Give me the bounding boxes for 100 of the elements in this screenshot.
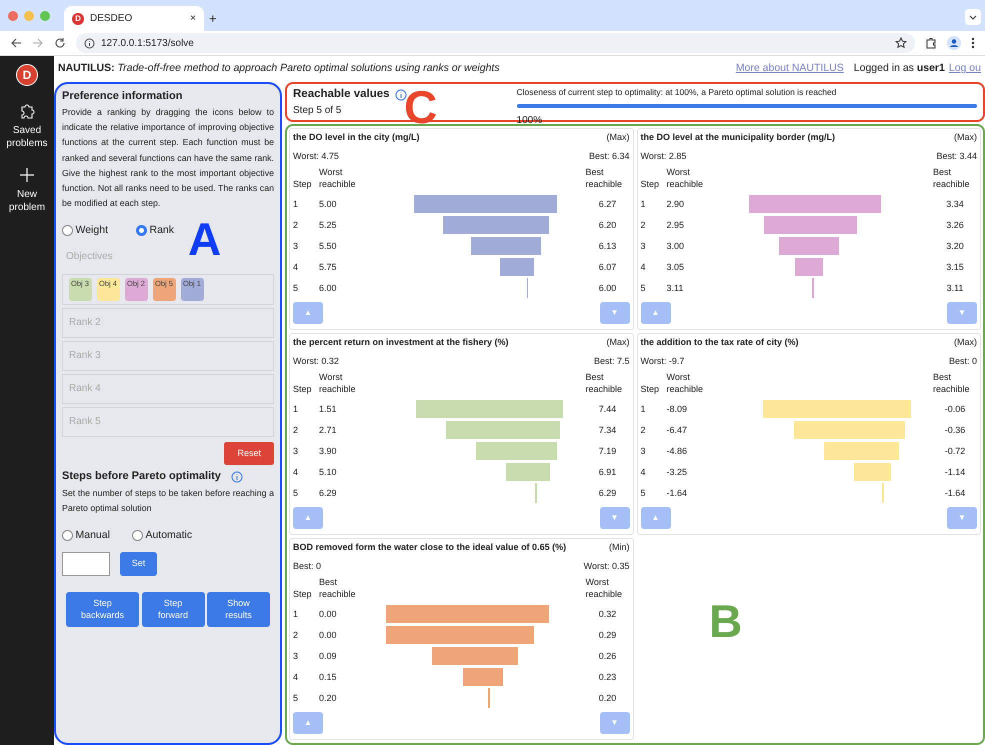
value-cell-text: -4.86 [666,445,688,458]
annotation-letter: A [188,216,222,262]
value-cell-text: 5.10 [318,466,338,480]
extensions-icon[interactable] [925,37,937,49]
logout-link[interactable]: Log ou [948,61,981,77]
reload-icon[interactable] [54,37,66,49]
column-header: Worst reachible [666,372,704,396]
value-cell-text: 6.00 [598,282,618,296]
sidebar-item[interactable]: Saved problems [0,102,54,150]
browser-tab[interactable]: D DESDEO × [64,6,204,31]
value-cell-text: -1.64 [666,487,688,500]
value-cell-text: 3.11 [946,282,964,296]
step-number: 3 [640,240,647,254]
value-cell-text: 1.51 [318,403,338,416]
back-icon[interactable] [10,37,22,49]
profile-icon[interactable] [947,36,961,50]
site-info-icon [84,38,95,48]
step-number: 2 [293,424,300,438]
value-cell-text: 3.20 [945,240,965,254]
value-cell-text: 6.13 [598,240,618,254]
step-number: 4 [640,466,647,480]
value-cell-text: 0.26 [598,650,618,664]
step-number: 3 [293,650,300,664]
value-cell-text: 0.20 [598,692,618,706]
value-cell-text: 2.90 [666,198,686,212]
value-cell-text: 7.34 [598,424,618,438]
step-number: 4 [293,671,300,684]
column-header: Worst reachible [318,372,357,396]
bound-value: Best: 7.5 [594,354,630,368]
column-header: Best reachible [318,577,357,600]
info-icon[interactable] [230,470,243,483]
objective-title: BOD removed form the water close to the ideal value of 0.65 (%) [293,541,566,554]
value-cell-text: 5.75 [318,261,338,274]
address-bar[interactable]: 127.0.0.1:5173/solve [76,33,915,53]
value-cell-text: 0.23 [598,671,618,684]
step-button[interactable]: Step forward [142,592,204,626]
about-link[interactable]: More about NAUTILUS [736,61,844,77]
section-title: Steps before Pareto optimality [62,470,221,484]
radio-option[interactable]: Rank [136,223,174,239]
logo[interactable]: D [16,64,38,86]
value-cell-text: 0.29 [598,629,618,642]
value-cell-text: 6.29 [318,487,338,500]
column-header: Worst reachible [666,167,704,190]
info-icon[interactable] [394,88,407,101]
annotation-letter: B [709,598,742,644]
tab-close-button[interactable]: × [190,11,196,26]
step-number: 5 [293,282,300,296]
value-cell-text: -6.47 [666,424,688,438]
step-number: 1 [293,403,300,416]
step-number: 1 [640,403,647,416]
set-button[interactable]: Set [120,552,157,576]
step-number: 3 [293,445,300,458]
value-cell-text: 5.00 [318,198,338,212]
value-cell-text: 0.15 [318,671,338,684]
value-cell-text: 3.26 [945,219,965,232]
step-number: 3 [640,445,647,458]
menu-icon[interactable] [971,37,975,49]
new-tab-button[interactable]: + [209,9,217,28]
radio-option[interactable]: Manual [62,528,110,544]
reset-button[interactable]: Reset [224,442,274,466]
page-title: NAUTILUS: Trade-off-free method to approach Pareto optimal solutions using ranks or weights [58,61,500,76]
step-number: 5 [293,692,300,706]
value-cell-text: 3.11 [666,282,684,296]
value-cell-text: -8.09 [666,403,688,416]
chevron-down-icon[interactable] [965,9,981,25]
column-header: Worst reachible [586,577,624,600]
value-cell-text: 3.00 [666,240,686,254]
column-header: Best reachible [933,167,971,190]
description-text: Provide a ranking by dragging the icons below to indicate the relative importance of improving objective functions at the current step. Each function must be ranked and several functions can have the same rank. Give the highest rank to the most important objective function. Not all ranks need to be used. The ranks can be modified at each step. [62,106,274,210]
column-header: Step [640,178,660,190]
radio-option[interactable]: Weight [62,223,108,239]
radio-option[interactable]: Automatic [132,528,192,544]
bound-value: Best: 6.34 [588,150,630,162]
value-cell-text: 0.20 [318,692,338,706]
value-cell-text: 3.05 [666,261,686,274]
value-cell-text: 7.19 [598,445,618,458]
step-button[interactable]: Step backwards [66,592,139,626]
value-cell-text: 6.20 [598,219,618,232]
bound-value: Worst: -9.7 [640,354,684,368]
value-cell-text: 6.00 [318,282,338,296]
step-number: 2 [640,424,647,438]
column-header: Best reachible [586,372,624,396]
step-button[interactable]: Show results [207,592,270,626]
plus-icon [18,166,36,184]
objectives-label: Objectives [66,250,114,264]
star-icon[interactable] [895,37,907,49]
value-cell-text: 5.50 [318,240,338,254]
bound-value: Worst: 2.85 [640,150,686,162]
step-indicator: Step 5 of 5 [293,104,342,118]
step-number: 4 [293,466,300,480]
login-status: Logged in as user1 [854,61,945,76]
sidebar-item[interactable]: New problem [0,166,54,214]
step-number: 4 [640,261,647,274]
value-cell-text: -0.06 [944,403,966,416]
objective-sense: (Min) [609,541,630,554]
step-number: 1 [640,198,647,212]
column-header: Worst reachible [318,167,357,190]
bound-value: Worst: 0.35 [584,560,630,572]
tab-favicon: D [72,12,84,24]
number-input[interactable] [62,552,110,576]
